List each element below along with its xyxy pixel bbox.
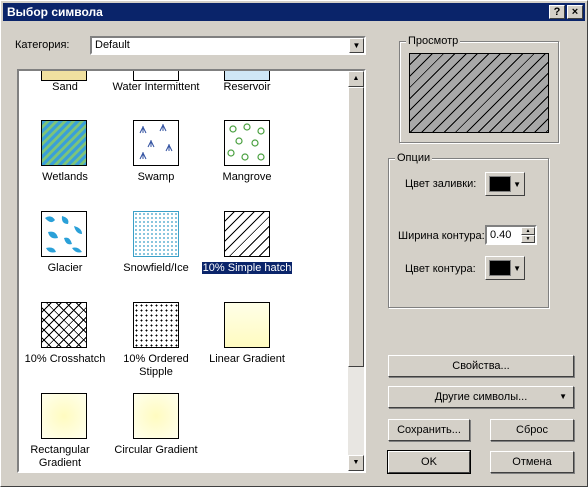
symbol-label: Sand: [52, 81, 78, 93]
outline-color-button[interactable]: ▼: [485, 256, 525, 280]
category-label: Категория:: [15, 39, 70, 51]
ok-button[interactable]: OK: [387, 450, 471, 474]
outline-width-value: 0.40: [490, 229, 512, 241]
spin-down-icon[interactable]: ▼: [521, 235, 535, 243]
glacier-pattern-icon: [45, 216, 82, 253]
symbol-swatch-simple-hatch[interactable]: [224, 211, 270, 257]
symbol-label: Glacier: [47, 262, 83, 274]
symbol-label: Wetlands: [42, 171, 88, 183]
help-button[interactable]: ?: [549, 5, 565, 19]
symbol-swatch-rectangular-gradient[interactable]: [41, 393, 87, 439]
symbol-swatch-mangrove[interactable]: [224, 120, 270, 166]
symbol-label: Linear Gradient: [209, 353, 285, 365]
options-title: Опции: [395, 152, 433, 164]
category-select[interactable]: Default ▼: [90, 36, 366, 55]
chevron-down-icon: ▼: [513, 264, 521, 273]
reset-button[interactable]: Сброс: [490, 419, 574, 441]
symbol-label-selected: 10% Simple hatch: [200, 261, 294, 275]
save-button[interactable]: Сохранить...: [388, 419, 470, 441]
symbol-label: 10% Ordered Stipple: [123, 353, 189, 378]
more-symbols-button[interactable]: Другие символы... ▼: [388, 386, 574, 408]
outline-color-label: Цвет контура:: [405, 263, 476, 275]
symbol-swatch-circular-gradient[interactable]: [133, 393, 179, 439]
fill-color-swatch: [489, 176, 511, 192]
symbol-swatch-reservoir[interactable]: [224, 71, 270, 81]
window-title: Выбор символа: [7, 5, 103, 19]
symbol-swatch-ordered-stipple[interactable]: [133, 302, 179, 348]
cancel-button[interactable]: Отмена: [490, 451, 574, 473]
properties-button[interactable]: Свойства...: [388, 355, 574, 377]
scroll-up-icon[interactable]: ▲: [348, 71, 364, 87]
fill-color-label: Цвет заливки:: [405, 178, 477, 190]
symbol-label: Rectangular Gradient: [30, 444, 90, 469]
scroll-down-icon[interactable]: ▼: [348, 455, 364, 471]
chevron-down-icon[interactable]: ▼: [349, 38, 364, 53]
close-button[interactable]: ×: [567, 5, 583, 19]
symbol-swatch-wetlands[interactable]: [41, 120, 87, 166]
symbol-swatch-swamp[interactable]: [133, 120, 179, 166]
chevron-down-icon: ▼: [513, 180, 521, 189]
chevron-down-icon: ▼: [559, 392, 567, 401]
symbol-list[interactable]: Sand Water Intermittent Reservoir Wetlan…: [17, 69, 366, 473]
category-value: Default: [95, 39, 130, 51]
list-scrollbar[interactable]: ▲ ▼: [348, 71, 364, 471]
swamp-pattern-icon: [139, 124, 173, 160]
fill-color-button[interactable]: ▼: [485, 172, 525, 196]
symbol-label: Swamp: [137, 171, 175, 183]
symbol-swatch-snowfield-ice[interactable]: [133, 211, 179, 257]
symbol-swatch-water-intermittent[interactable]: [133, 71, 179, 81]
title-bar: Выбор символа ? ×: [3, 3, 585, 21]
outline-width-stepper[interactable]: 0.40 ▲ ▼: [485, 225, 537, 245]
symbol-label: 10% Crosshatch: [24, 353, 106, 365]
symbol-label: Mangrove: [222, 171, 272, 183]
symbol-swatch-linear-gradient[interactable]: [224, 302, 270, 348]
mangrove-pattern-icon: [227, 123, 265, 161]
symbol-swatch-crosshatch[interactable]: [41, 302, 87, 348]
symbol-label: Circular Gradient: [114, 444, 198, 456]
more-symbols-label: Другие символы...: [434, 391, 528, 403]
symbol-swatch-glacier[interactable]: [41, 211, 87, 257]
symbol-label: Snowfield/Ice: [123, 262, 189, 274]
preview-swatch: [409, 53, 549, 133]
preview-title: Просмотр: [406, 35, 461, 47]
outline-width-label: Ширина контура:: [398, 230, 485, 242]
symbol-label: Water Intermittent: [112, 81, 200, 93]
symbol-label: Reservoir: [223, 81, 271, 93]
outline-color-swatch: [489, 260, 511, 276]
symbol-swatch-sand[interactable]: [41, 71, 87, 81]
symbol-selector-dialog: Выбор символа ? × Категория: Default ▼ S…: [0, 0, 588, 487]
spin-up-icon[interactable]: ▲: [521, 227, 535, 235]
scroll-thumb[interactable]: [348, 87, 364, 367]
